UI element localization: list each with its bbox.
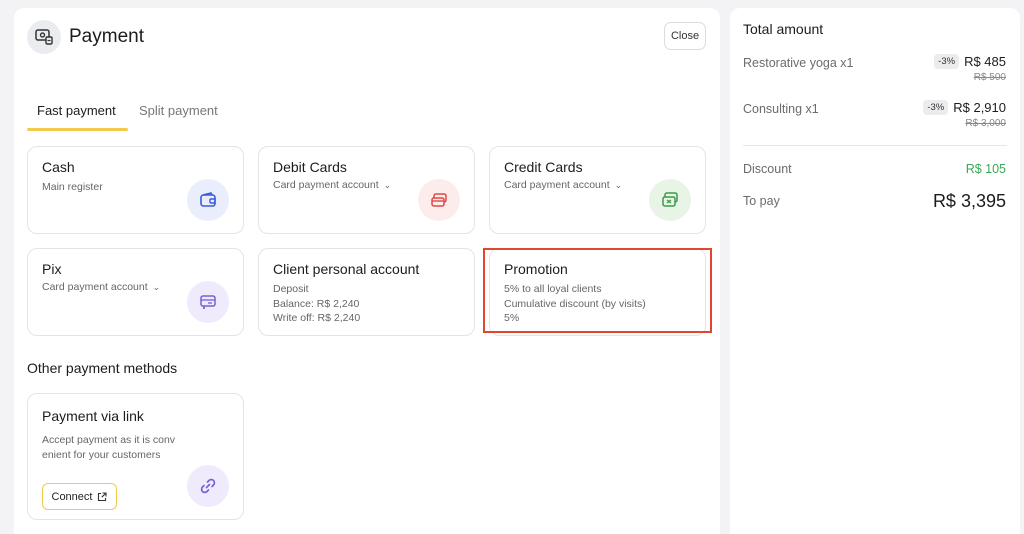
account-dropdown-label: Card payment account	[42, 281, 148, 293]
item-old-price: R$ 500	[973, 72, 1006, 83]
card-title: Cash	[42, 159, 75, 175]
account-dropdown[interactable]: Card payment account ⌄	[42, 280, 160, 295]
card-title: Credit Cards	[504, 159, 583, 175]
card-title: Payment via link	[42, 408, 144, 424]
link-icon	[187, 465, 229, 507]
card-title: Debit Cards	[273, 159, 347, 175]
card-details: Deposit Balance: R$ 2,240 Write off: R$ …	[273, 282, 360, 326]
connect-button[interactable]: Connect	[42, 483, 117, 510]
chevron-down-icon: ⌄	[614, 180, 623, 190]
divider	[743, 145, 1007, 146]
card-description: Accept payment as it is conv enient for …	[42, 434, 176, 461]
summary-title: Total amount	[743, 21, 824, 37]
item-name: Consulting x1	[743, 102, 819, 116]
detail-line: Deposit	[273, 283, 309, 295]
detail-line: Write off: R$ 2,240	[273, 312, 361, 324]
item-name: Restorative yoga x1	[743, 56, 854, 70]
item-price: R$ 485	[964, 54, 1006, 69]
payment-panel: Payment Close Fast payment Split payment…	[14, 8, 720, 534]
cash-register-icon	[27, 20, 61, 54]
close-button[interactable]: Close	[664, 22, 706, 50]
card-title: Client personal account	[273, 261, 420, 277]
payment-method-debit-cards[interactable]: Debit Cards Card payment account ⌄	[258, 146, 475, 234]
pix-icon	[187, 281, 229, 323]
item-old-price: R$ 3,000	[965, 118, 1006, 129]
discount-value: R$ 105	[965, 162, 1006, 176]
payment-method-cash[interactable]: Cash Main register	[27, 146, 244, 234]
detail-line: Balance: R$ 2,240	[273, 297, 360, 310]
payment-method-credit-cards[interactable]: Credit Cards Card payment account ⌄	[489, 146, 706, 234]
summary-panel: Total amount Restorative yoga x1 -3% R$ …	[730, 8, 1020, 534]
payment-method-link: Payment via link Accept payment as it is…	[27, 393, 244, 520]
discount-badge: -3%	[934, 54, 960, 69]
item-price-block: -3% R$ 2,910 R$ 3,000	[923, 100, 1006, 129]
item-price-block: -3% R$ 485 R$ 500	[934, 54, 1006, 83]
payment-method-client-account[interactable]: Client personal account Deposit Balance:…	[258, 248, 475, 336]
chevron-down-icon: ⌄	[152, 282, 161, 292]
page-title: Payment	[69, 26, 144, 47]
wallet-icon	[187, 179, 229, 221]
section-title: Other payment methods	[27, 360, 178, 376]
credit-card-icon	[649, 179, 691, 221]
active-tab-indicator	[27, 128, 128, 131]
card-icon	[418, 179, 460, 221]
tab-fast-payment[interactable]: Fast payment	[37, 103, 116, 118]
chevron-down-icon: ⌄	[383, 180, 392, 190]
card-subtitle: Main register	[42, 181, 103, 193]
discount-label: Discount	[743, 162, 792, 176]
to-pay-label: To pay	[743, 194, 780, 208]
discount-badge: -3%	[923, 100, 949, 115]
account-dropdown-label: Card payment account	[273, 179, 379, 191]
account-dropdown-label: Card payment account	[504, 179, 610, 191]
highlight-frame	[483, 248, 712, 333]
account-dropdown[interactable]: Card payment account ⌄	[273, 178, 391, 193]
account-dropdown[interactable]: Card payment account ⌄	[504, 178, 622, 193]
tab-split-payment[interactable]: Split payment	[139, 103, 218, 118]
to-pay-value: R$ 3,395	[932, 191, 1006, 211]
item-price: R$ 2,910	[953, 100, 1006, 115]
card-title: Pix	[42, 261, 62, 277]
external-link-icon	[98, 491, 108, 501]
payment-method-pix[interactable]: Pix Card payment account ⌄	[27, 248, 244, 336]
connect-label: Connect	[51, 490, 93, 503]
